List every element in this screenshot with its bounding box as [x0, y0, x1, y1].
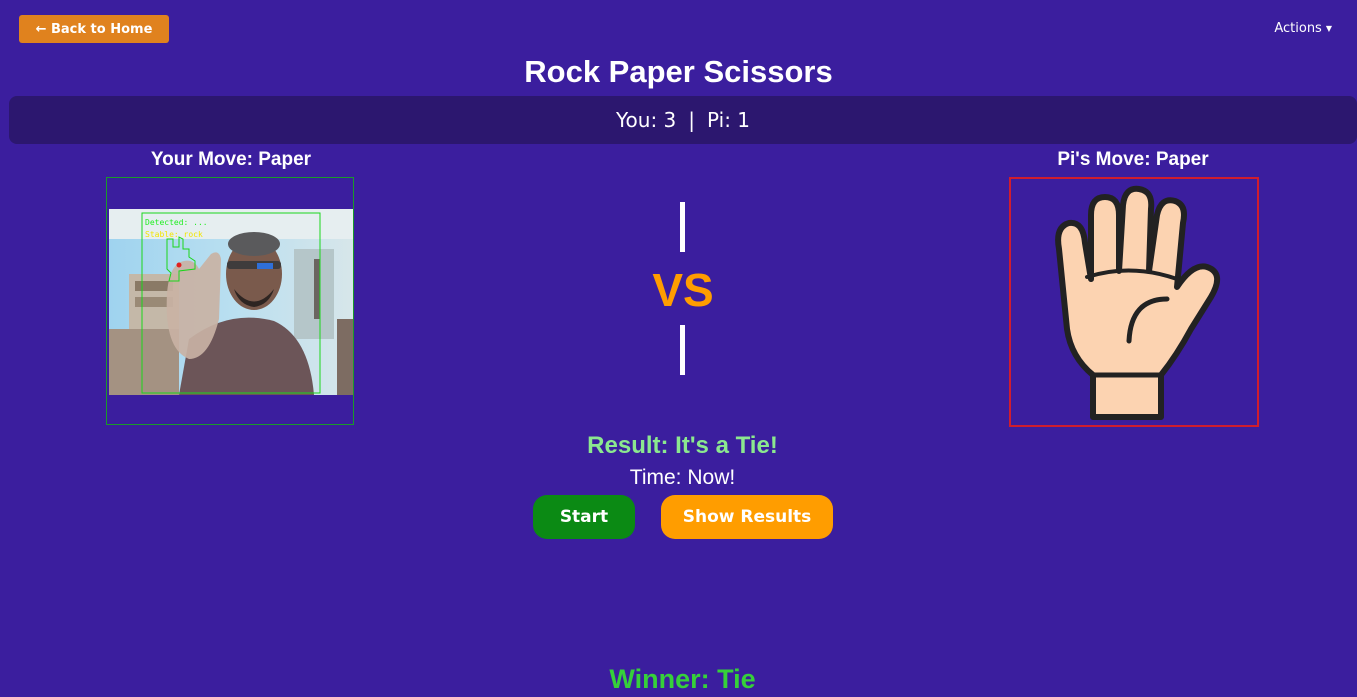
camera-image: Detected: ... Stable: rock	[109, 209, 353, 395]
back-to-home-button[interactable]: ← Back to Home	[19, 15, 169, 43]
actions-label: Actions	[1274, 21, 1322, 36]
score-separator: |	[688, 108, 696, 132]
result-text: Result: It's a Tie!	[587, 432, 778, 459]
pi-move-label: Pi's Move: Paper	[1057, 149, 1209, 170]
camera-feed: Detected: ... Stable: rock	[109, 209, 353, 395]
paper-hand-icon	[1055, 185, 1220, 420]
caret-down-icon: ▼	[1325, 24, 1332, 33]
score-pi: Pi: 1	[707, 108, 751, 132]
winner-text: Winner: Tie	[609, 664, 756, 694]
vs-label: VS	[652, 264, 714, 316]
start-button[interactable]: Start	[533, 495, 635, 539]
show-results-button[interactable]: Show Results	[661, 495, 833, 539]
game-page: ← Back to Home Actions ▼ Rock Paper Scis…	[0, 0, 1357, 697]
score-you: You: 3	[615, 108, 677, 132]
pi-move-frame	[1009, 177, 1259, 427]
actions-menu[interactable]: Actions ▼	[1274, 21, 1332, 36]
your-move-frame: Detected: ... Stable: rock	[106, 177, 354, 425]
your-move-label: Your Move: Paper	[150, 149, 312, 170]
vs-divider-bottom	[680, 325, 685, 375]
score-bar: You: 3 | Pi: 1	[9, 96, 1357, 144]
vs-divider-top	[680, 202, 685, 252]
overlay-stable-text: Stable: rock	[145, 230, 203, 239]
overlay-detected-text: Detected: ...	[145, 218, 208, 227]
page-title: Rock Paper Scissors	[524, 54, 833, 89]
time-text: Time: Now!	[629, 466, 736, 489]
